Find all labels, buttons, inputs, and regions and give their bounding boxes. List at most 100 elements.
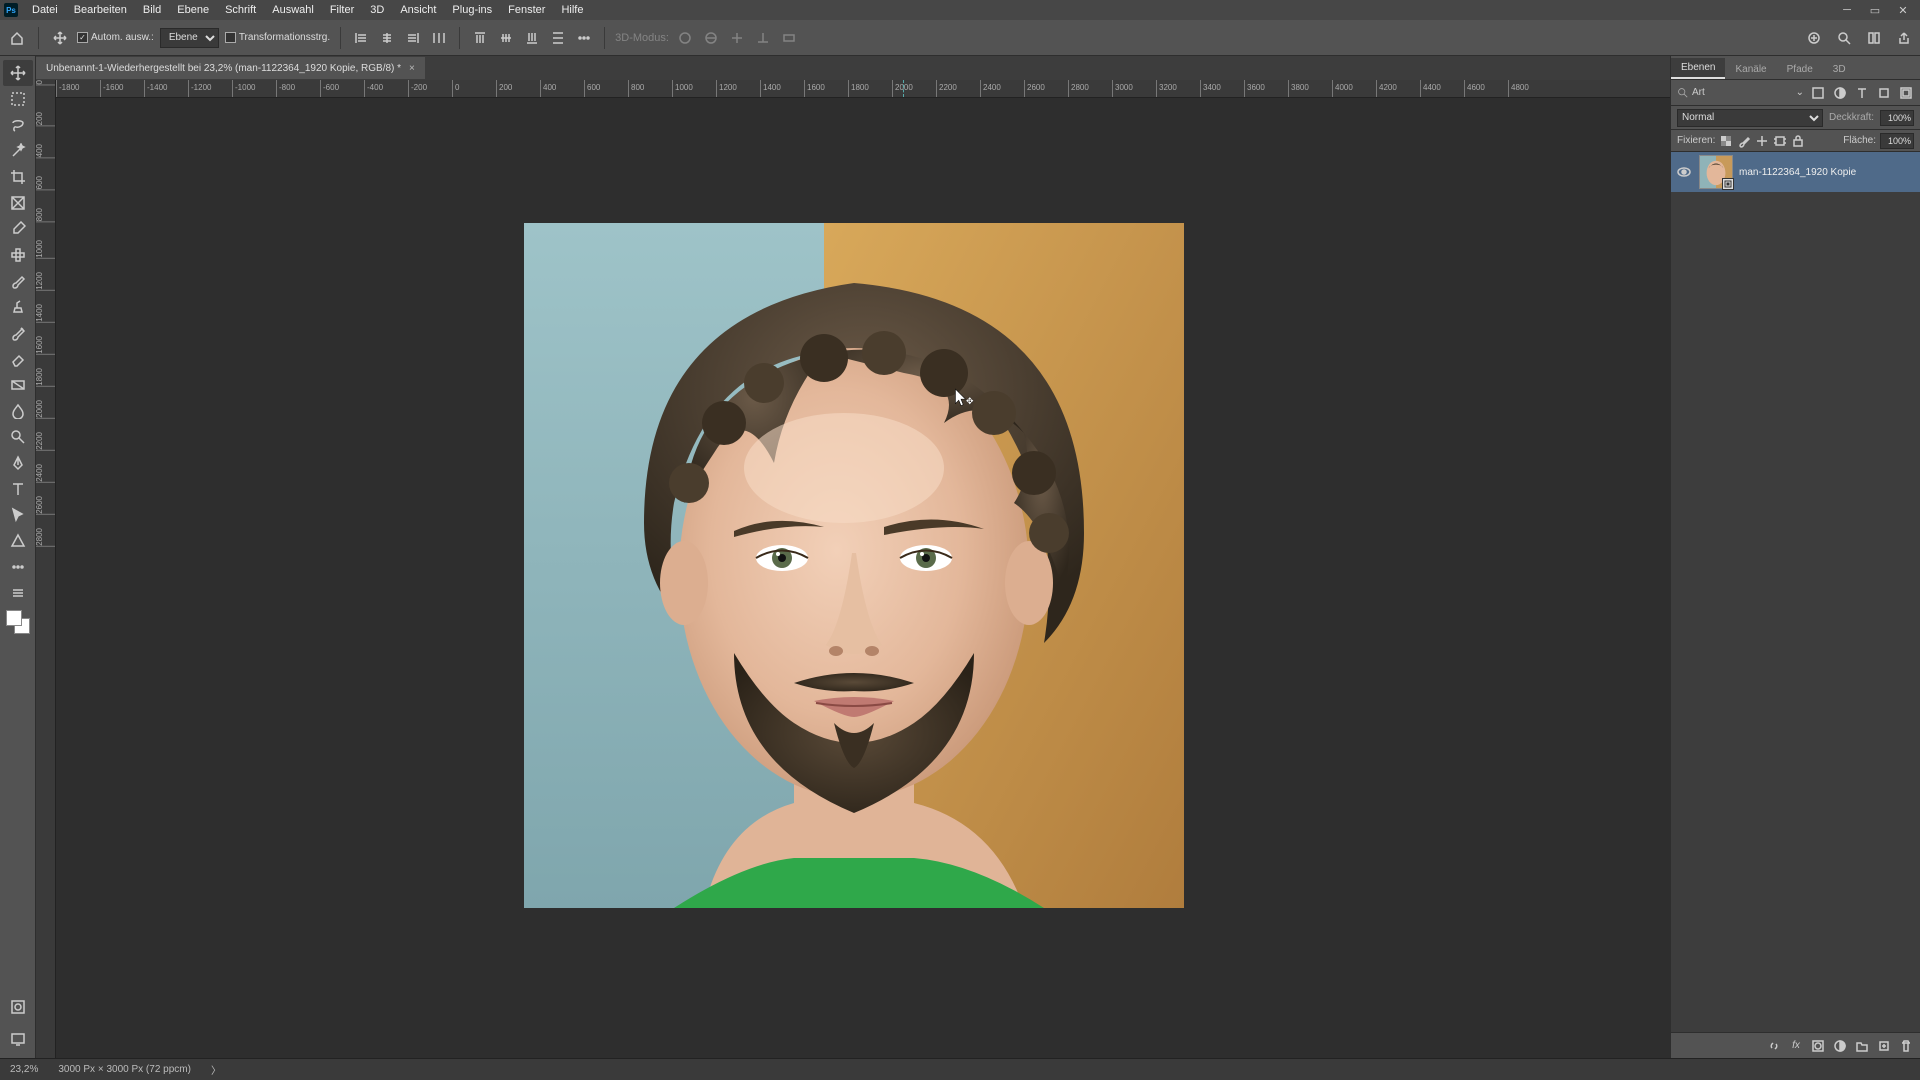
lock-all-icon[interactable] [1791,134,1805,148]
transform-controls-checkbox[interactable]: Transformationsstrg. [225,32,330,43]
window-restore-button[interactable]: ▭ [1862,2,1888,18]
lasso-tool[interactable] [3,112,33,138]
edit-toolbar[interactable] [3,580,33,606]
adjustment-layer-icon[interactable] [1832,1038,1848,1054]
brush-tool[interactable] [3,268,33,294]
menu-fenster[interactable]: Fenster [500,1,553,19]
align-center-h-icon[interactable] [377,28,397,48]
home-button[interactable] [6,27,28,49]
window-minimize-button[interactable]: ─ [1834,2,1860,18]
workspace-icon[interactable] [1864,28,1884,48]
search-icon[interactable] [1834,28,1854,48]
more-align-icon[interactable] [574,28,594,48]
gradient-tool[interactable] [3,372,33,398]
marquee-tool[interactable] [3,86,33,112]
shape-tool[interactable] [3,528,33,554]
screen-mode-tool[interactable] [3,1026,33,1052]
share-icon[interactable] [1894,28,1914,48]
delete-layer-icon[interactable] [1898,1038,1914,1054]
filter-shape-icon[interactable] [1876,85,1892,101]
ruler-tick: 1000 [36,240,55,259]
menu-bearbeiten[interactable]: Bearbeiten [66,1,135,19]
eyedropper-tool[interactable] [3,216,33,242]
add-mask-icon[interactable] [1810,1038,1826,1054]
window-close-button[interactable]: ✕ [1890,2,1916,18]
dodge-tool[interactable] [3,424,33,450]
path-selection-tool[interactable] [3,502,33,528]
fill-input[interactable] [1880,133,1914,149]
link-layers-icon[interactable] [1766,1038,1782,1054]
layer-fx-icon[interactable]: fx [1788,1038,1804,1054]
filter-smart-icon[interactable] [1898,85,1914,101]
layer-visibility-icon[interactable] [1675,163,1693,181]
opacity-input[interactable] [1880,110,1914,126]
menu-schrift[interactable]: Schrift [217,1,264,19]
type-tool[interactable] [3,476,33,502]
pen-tool[interactable] [3,450,33,476]
layer-name[interactable]: man-1122364_1920 Kopie [1739,167,1856,178]
vertical-ruler[interactable]: 0200400600800100012001400160018002000220… [36,80,56,1058]
align-right-icon[interactable] [403,28,423,48]
blend-mode-select[interactable]: Normal [1677,109,1823,127]
layer-row[interactable]: man-1122364_1920 Kopie [1671,152,1920,192]
panel-tab-kanäle[interactable]: Kanäle [1725,60,1776,79]
align-top-icon[interactable] [470,28,490,48]
mode-3d-label: 3D-Modus: [615,32,669,44]
ruler-tick: 4000 [1332,80,1353,97]
eraser-tool[interactable] [3,346,33,372]
status-arrow-icon[interactable]: 〉 [211,1062,221,1077]
clone-stamp-tool[interactable] [3,294,33,320]
filter-pixel-icon[interactable] [1810,85,1826,101]
frame-tool[interactable] [3,190,33,216]
horizontal-ruler[interactable]: -1800-1600-1400-1200-1000-800-600-400-20… [56,80,1670,98]
new-layer-icon[interactable] [1876,1038,1892,1054]
layers-filter-type[interactable]: Art ⌄ [1677,87,1804,98]
lock-label: Fixieren: [1677,135,1715,146]
menu-filter[interactable]: Filter [322,1,362,19]
3d-scale-icon [779,28,799,48]
move-tool[interactable] [3,60,33,86]
menu-hilfe[interactable]: Hilfe [553,1,591,19]
color-swatch[interactable] [6,610,30,634]
menu-bild[interactable]: Bild [135,1,169,19]
distribute-h-icon[interactable] [429,28,449,48]
align-middle-v-icon[interactable] [496,28,516,48]
menu-3d[interactable]: 3D [362,1,392,19]
ruler-tick: -200 [408,80,427,97]
lock-artboard-icon[interactable] [1773,134,1787,148]
magic-wand-tool[interactable] [3,138,33,164]
document-tab-close-icon[interactable]: × [409,63,415,74]
document-info[interactable]: 3000 Px × 3000 Px (72 ppcm) [58,1064,191,1075]
align-bottom-icon[interactable] [522,28,542,48]
cloud-docs-icon[interactable] [1804,28,1824,48]
panel-tab-3d[interactable]: 3D [1823,60,1856,79]
crop-tool[interactable] [3,164,33,190]
lock-position-icon[interactable] [1755,134,1769,148]
auto-select-checkbox[interactable]: ✓Autom. ausw.: [77,32,154,43]
more-tools[interactable] [3,554,33,580]
filter-type-icon[interactable] [1854,85,1870,101]
lock-image-icon[interactable] [1737,134,1751,148]
quick-mask-tool[interactable] [3,994,33,1020]
history-brush-tool[interactable] [3,320,33,346]
ruler-tick: 4800 [1508,80,1529,97]
healing-brush-tool[interactable] [3,242,33,268]
layer-thumbnail[interactable] [1699,155,1733,189]
lock-transparent-icon[interactable] [1719,134,1733,148]
menu-auswahl[interactable]: Auswahl [264,1,322,19]
panel-tab-pfade[interactable]: Pfade [1777,60,1823,79]
document-tab[interactable]: Unbenannt-1-Wiederhergestellt bei 23,2% … [36,57,425,79]
canvas-area[interactable]: ✥ [56,98,1670,1058]
menu-plug-ins[interactable]: Plug-ins [444,1,500,19]
filter-adjust-icon[interactable] [1832,85,1848,101]
zoom-level[interactable]: 23,2% [10,1064,38,1075]
distribute-v-icon[interactable] [548,28,568,48]
auto-select-target-select[interactable]: Ebene [160,28,219,48]
align-left-icon[interactable] [351,28,371,48]
blur-tool[interactable] [3,398,33,424]
panel-tab-ebenen[interactable]: Ebenen [1671,58,1725,79]
menu-datei[interactable]: Datei [24,1,66,19]
new-group-icon[interactable] [1854,1038,1870,1054]
menu-ebene[interactable]: Ebene [169,1,217,19]
menu-ansicht[interactable]: Ansicht [392,1,444,19]
